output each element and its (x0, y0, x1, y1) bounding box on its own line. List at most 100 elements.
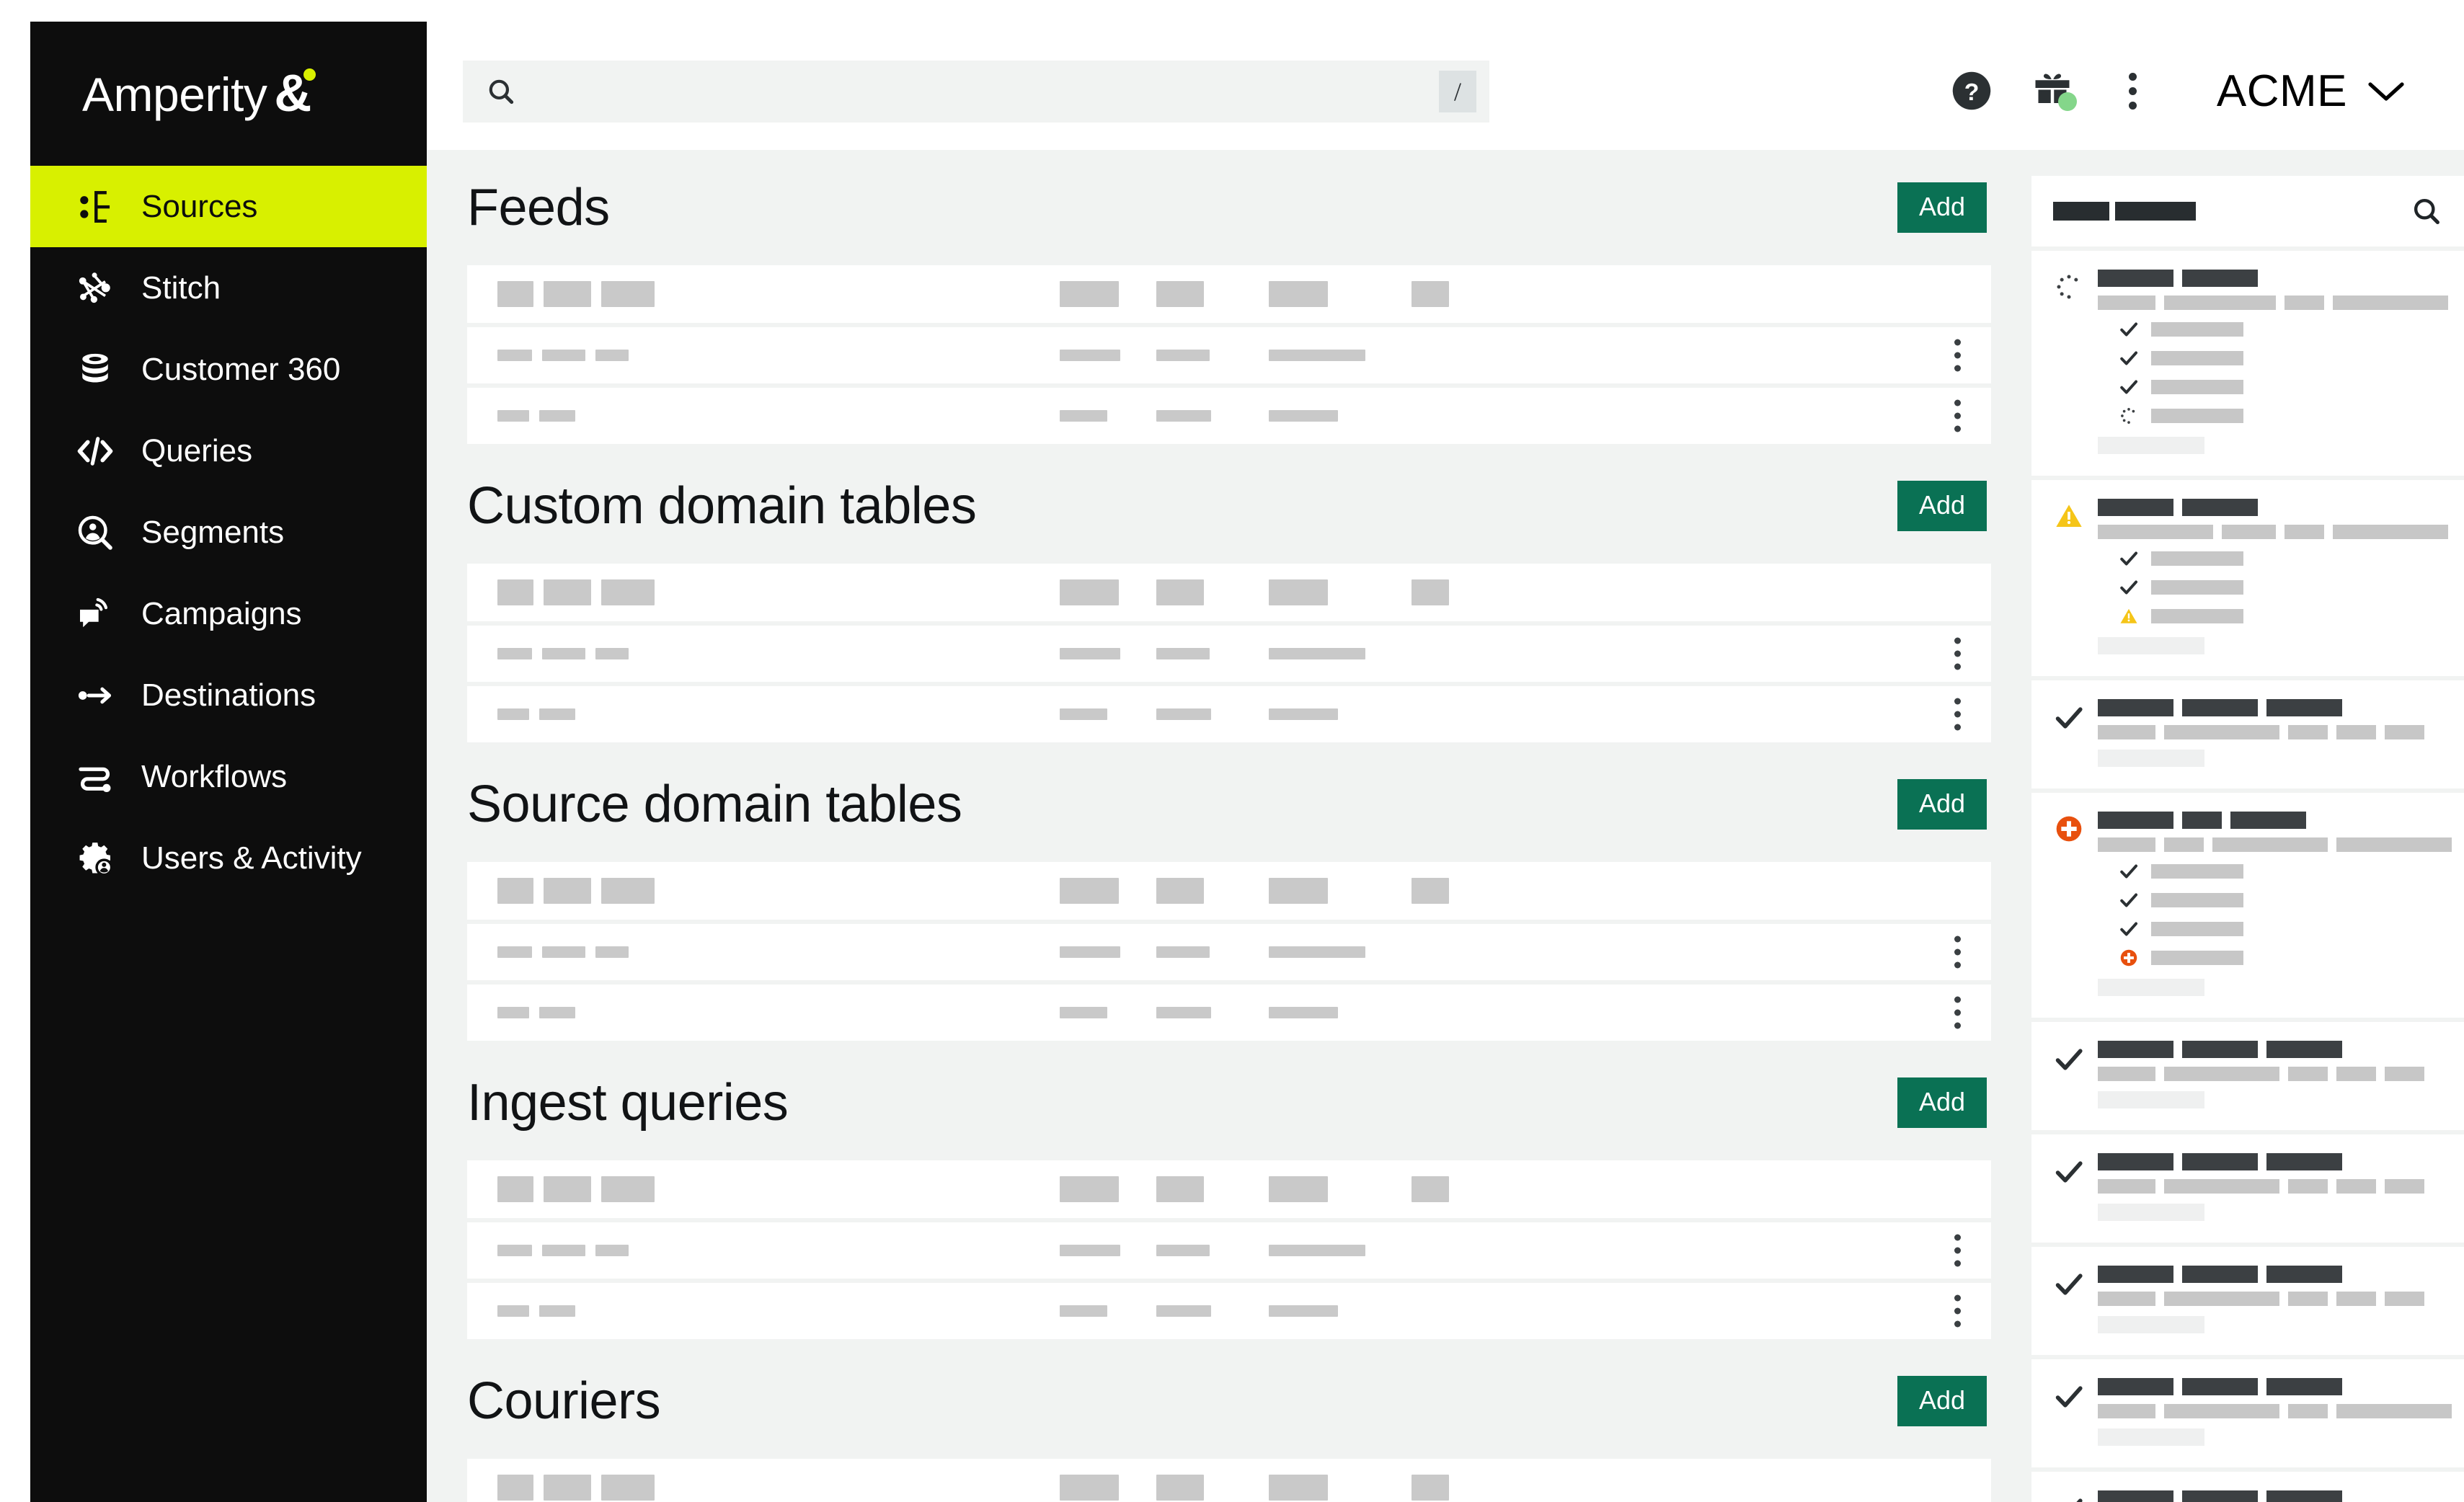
skeleton-cell (1412, 281, 1449, 307)
status-warning-icon (2056, 505, 2082, 527)
activity-item[interactable] (2031, 1472, 2464, 1502)
activity-title-row (2098, 1041, 2442, 1058)
skeleton-cell (544, 1176, 591, 1202)
sidebar-item-stitch[interactable]: Stitch (30, 247, 427, 329)
skeleton-cell (601, 878, 655, 904)
skeleton-cell (1269, 708, 1338, 720)
table-row[interactable] (467, 686, 1991, 742)
skeleton-footer (2098, 637, 2204, 654)
skeleton-footer (2098, 1316, 2204, 1333)
sources-sections-column: Feeds Add Custom domain tables Add Source do… (467, 150, 1991, 1502)
table-row[interactable] (467, 1222, 1991, 1279)
table-row[interactable] (467, 924, 1991, 980)
sidebar-item-workflows[interactable]: Workflows (30, 736, 427, 817)
activity-item[interactable] (2031, 793, 2464, 1018)
section-title: Custom domain tables (467, 477, 977, 535)
add-button[interactable]: Add (1897, 182, 1987, 233)
skeleton-cell (1060, 350, 1120, 361)
sidebar-item-campaigns[interactable]: Campaigns (30, 573, 427, 654)
activity-item[interactable] (2031, 251, 2464, 476)
status-check-icon (2055, 1161, 2083, 1183)
row-overflow-menu[interactable] (1954, 637, 1961, 670)
activity-meta-row (2098, 1404, 2452, 1418)
substep-status (2118, 889, 2140, 911)
table-row[interactable] (467, 327, 1991, 383)
row-overflow-menu[interactable] (1954, 936, 1961, 969)
add-button[interactable]: Add (1897, 1376, 1987, 1426)
status-check-icon (2055, 1274, 2083, 1295)
skeleton-cell (1156, 1305, 1211, 1317)
help-question-icon: ? (1952, 71, 1991, 110)
row-overflow-menu[interactable] (1954, 339, 1961, 372)
row-cells-primary (467, 946, 629, 958)
activity-item[interactable] (2031, 1359, 2464, 1467)
app-logo[interactable]: Amperity & (30, 22, 427, 166)
skeleton-title (2098, 812, 2173, 829)
sidebar-item-users-activity[interactable]: Users & Activity (30, 817, 427, 899)
skeleton-cell (1156, 350, 1210, 361)
table-row[interactable] (467, 626, 1991, 682)
row-overflow-menu[interactable] (1954, 996, 1961, 1029)
global-search[interactable]: / (463, 61, 1489, 123)
sidebar-item-label: Campaigns (141, 595, 302, 631)
skeleton-title (2098, 1041, 2173, 1058)
skeleton-cell (1060, 708, 1107, 720)
skeleton-cell (1412, 878, 1449, 904)
table-row[interactable] (467, 1283, 1991, 1339)
substep-row (2118, 319, 2448, 340)
skeleton-title (2266, 1490, 2342, 1502)
sidebar-item-segments[interactable]: Segments (30, 492, 427, 573)
row-cells-primary (467, 1245, 629, 1256)
row-overflow-menu[interactable] (1954, 1234, 1961, 1267)
sidebar-item-queries[interactable]: Queries (30, 410, 427, 492)
activity-item[interactable] (2031, 480, 2464, 676)
tenant-switcher[interactable]: ACME (2217, 66, 2406, 117)
skeleton-meta (2336, 1292, 2376, 1306)
section-ingest-queries: Ingest queries Add (467, 1045, 1991, 1339)
skeleton-meta (2164, 837, 2204, 852)
table-row[interactable] (467, 388, 1991, 444)
sidebar-item-destinations[interactable]: Destinations (30, 654, 427, 736)
skeleton-meta (2336, 837, 2452, 852)
gift-button[interactable] (2012, 50, 2093, 131)
skeleton-meta (2164, 1292, 2279, 1306)
skeleton-cell (539, 1305, 575, 1317)
search-input[interactable] (516, 61, 1439, 123)
overflow-menu-button[interactable] (2093, 50, 2173, 131)
skeleton-cell (595, 1245, 629, 1256)
sidebar-item-sources[interactable]: Sources (30, 166, 427, 247)
skeleton-substep-label (2151, 893, 2243, 907)
help-button[interactable]: ? (1931, 50, 2012, 131)
skeleton-meta (2288, 1292, 2328, 1306)
activity-meta-row (2098, 1067, 2442, 1081)
skeleton-cell (1156, 1007, 1211, 1018)
skeleton-cell (601, 1176, 655, 1202)
activity-item[interactable] (2031, 1247, 2464, 1355)
table-row[interactable] (467, 985, 1991, 1041)
activity-meta-row (2098, 1179, 2442, 1194)
sidebar-item-customer-360[interactable]: Customer 360 (30, 329, 427, 410)
row-overflow-menu[interactable] (1954, 399, 1961, 432)
panel-search-icon[interactable] (2411, 195, 2442, 227)
activity-item[interactable] (2031, 1134, 2464, 1243)
activity-item[interactable] (2031, 680, 2464, 788)
skeleton-cell (542, 648, 585, 659)
skeleton-title (2182, 1266, 2258, 1283)
substep-row (2118, 605, 2448, 627)
skeleton-meta (2098, 525, 2213, 539)
add-button[interactable]: Add (1897, 779, 1987, 830)
skeleton-title (2098, 1378, 2173, 1395)
skeleton-meta (2333, 525, 2448, 539)
skeleton-title (2182, 499, 2258, 516)
row-cells-primary (467, 350, 629, 361)
row-overflow-menu[interactable] (1954, 698, 1961, 731)
skeleton-cell (595, 648, 629, 659)
activity-meta-row (2098, 837, 2452, 852)
row-overflow-menu[interactable] (1954, 1294, 1961, 1328)
activity-item[interactable] (2031, 1022, 2464, 1130)
add-button[interactable]: Add (1897, 481, 1987, 531)
top-bar: / ? ACME (427, 0, 2464, 150)
logo-wordmark: Amperity (82, 68, 267, 121)
section-header: Feeds Add (467, 150, 1991, 265)
add-button[interactable]: Add (1897, 1077, 1987, 1128)
